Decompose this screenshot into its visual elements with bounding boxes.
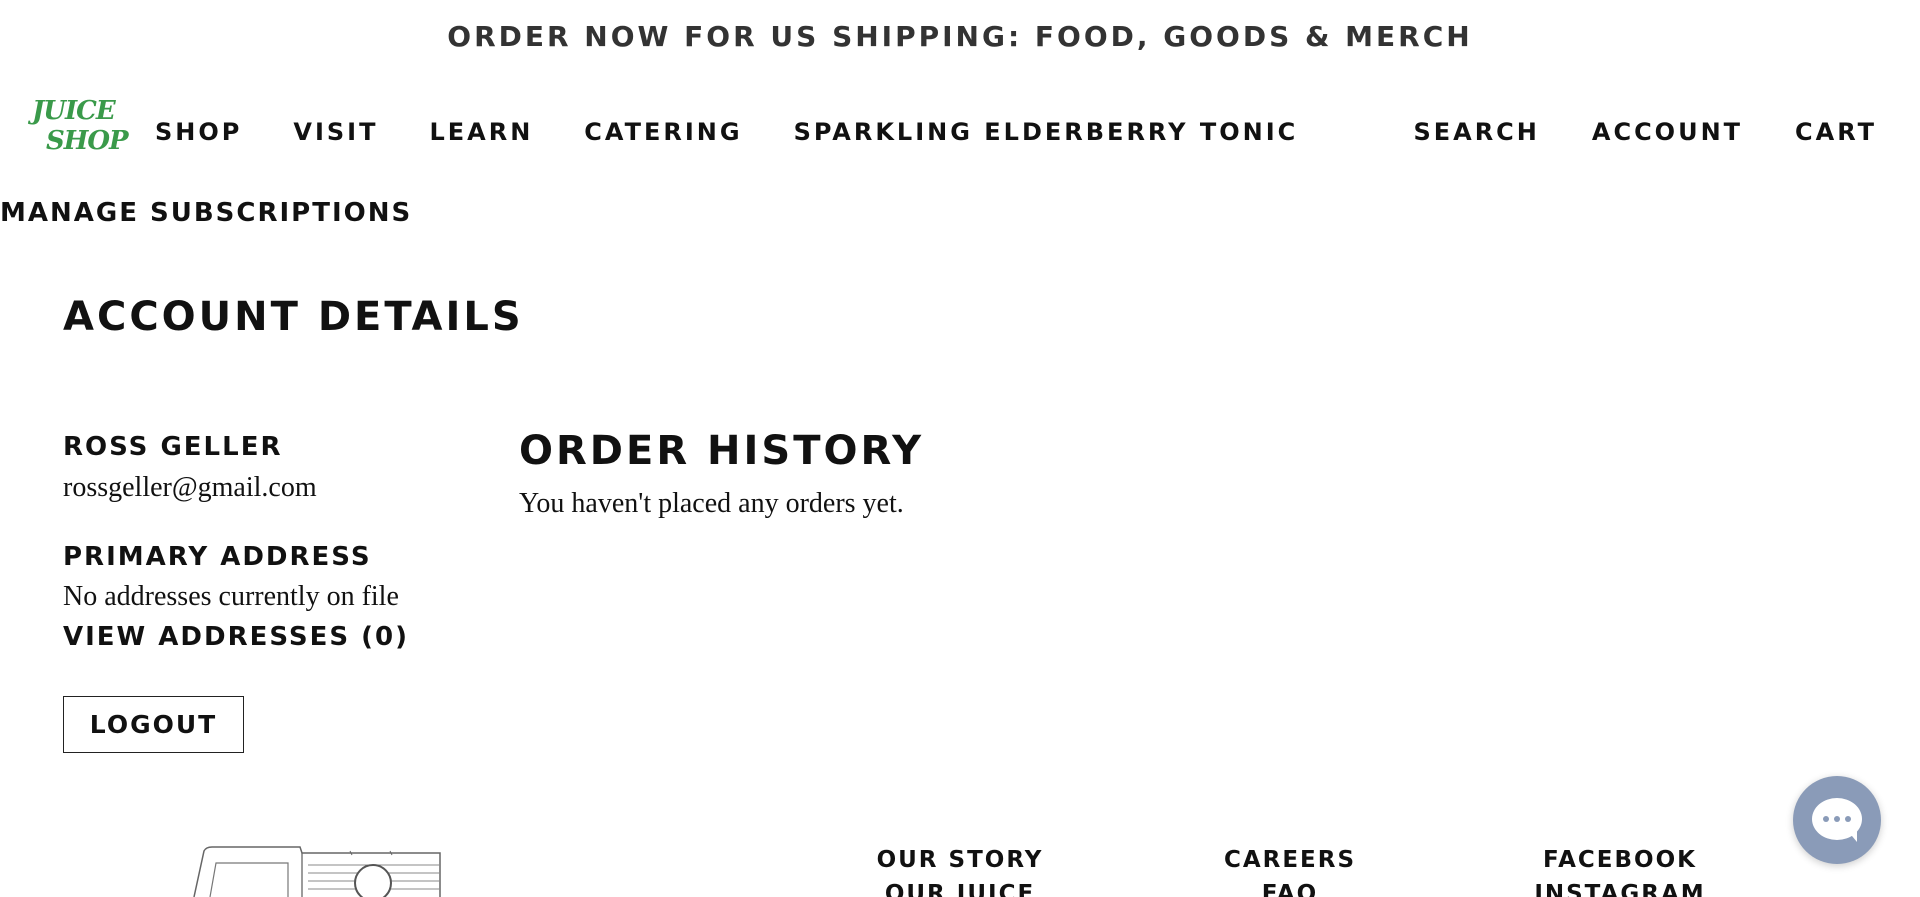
announcement-bar: ORDER NOW FOR US SHIPPING: FOOD, GOODS &… — [0, 0, 1920, 72]
order-history-empty-message: You haven't placed any orders yet. — [519, 488, 904, 519]
footer-link-instagram[interactable]: INSTAGRAM — [1510, 877, 1730, 897]
nav-manage-subscriptions[interactable]: MANAGE SUBSCRIPTIONS — [0, 198, 412, 228]
primary-address-label: PRIMARY ADDRESS — [63, 542, 372, 572]
footer-link-our-story[interactable]: OUR STORY — [860, 843, 1060, 877]
logout-button[interactable]: LOGOUT — [63, 696, 244, 753]
footer-column-social: FACEBOOK INSTAGRAM — [1510, 843, 1730, 897]
order-history-title: ORDER HISTORY — [519, 428, 925, 474]
chat-bubble-tail — [1847, 830, 1857, 842]
footer-link-faq[interactable]: FAQ — [1190, 877, 1390, 897]
footer-link-careers[interactable]: CAREERS — [1190, 843, 1390, 877]
footer-column-about: OUR STORY OUR JUICE — [860, 843, 1060, 897]
main-nav: SHOP VISIT LEARN CATERING SPARKLING ELDE… — [155, 118, 1349, 146]
customer-email: rossgeller@gmail.com — [63, 472, 317, 503]
announcement-text: ORDER NOW FOR US SHIPPING: FOOD, GOODS &… — [447, 19, 1473, 53]
nav-shop[interactable]: SHOP — [155, 118, 242, 146]
utility-nav: SEARCH ACCOUNT CART — [1361, 118, 1877, 146]
order-history-section: ORDER HISTORY You haven't placed any ord… — [519, 428, 924, 520]
nav-cart[interactable]: CART — [1795, 118, 1877, 146]
logo-line-1: JUICE — [32, 96, 116, 126]
logo-line-2: SHOP — [46, 126, 129, 156]
chat-launcher-button[interactable] — [1793, 776, 1881, 864]
footer-link-our-juice[interactable]: OUR JUICE — [860, 877, 1060, 897]
logo[interactable]: JUICE SHOP — [32, 96, 129, 172]
page-title: ACCOUNT DETAILS — [63, 294, 524, 340]
nav-sparkling-elderberry-tonic[interactable]: SPARKLING ELDERBERRY TONIC — [794, 118, 1299, 146]
nav-search[interactable]: SEARCH — [1413, 118, 1539, 146]
view-addresses-link[interactable]: VIEW ADDRESSES (0) — [63, 622, 409, 652]
nav-visit[interactable]: VISIT — [293, 118, 378, 146]
nav-learn[interactable]: LEARN — [429, 118, 533, 146]
footer-link-facebook[interactable]: FACEBOOK — [1510, 843, 1730, 877]
footer-column-help: CAREERS FAQ — [1190, 843, 1390, 897]
customer-name: ROSS GELLER — [63, 432, 283, 462]
nav-account[interactable]: ACCOUNT — [1592, 118, 1743, 146]
juice-truck-illustration — [193, 846, 441, 897]
nav-catering[interactable]: CATERING — [584, 118, 742, 146]
primary-address-value: No addresses currently on file — [63, 581, 399, 612]
site-header: JUICE SHOP SHOP VISIT LEARN CATERING SPA… — [0, 88, 1920, 178]
